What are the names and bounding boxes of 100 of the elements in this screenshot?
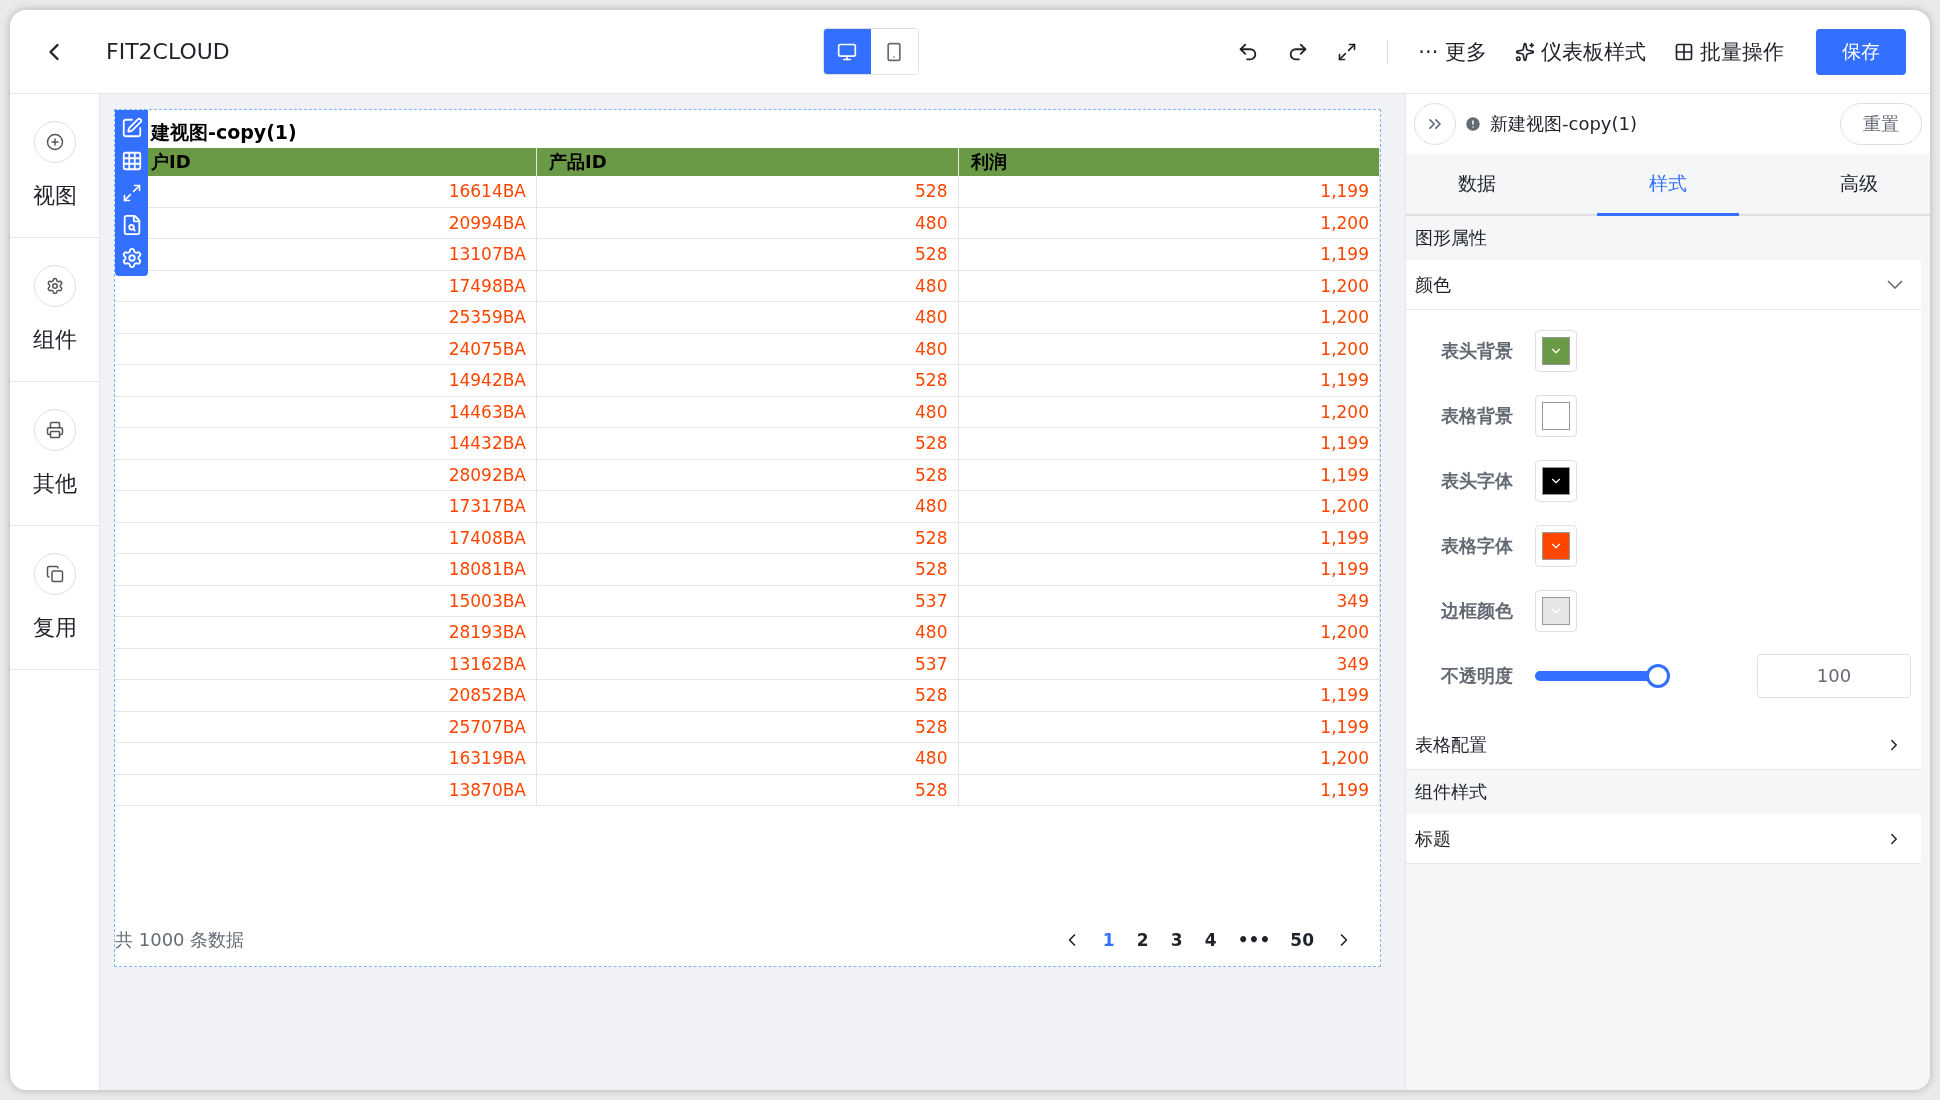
table-cell: 480: [536, 207, 958, 239]
sparkle-icon: [1515, 41, 1535, 62]
table-cell: 17498BA: [115, 270, 537, 302]
table-cell: 1,199: [958, 459, 1380, 491]
table-cell: 13162BA: [115, 648, 537, 680]
grid-icon[interactable]: [120, 150, 143, 172]
panel-tab[interactable]: 高级: [1788, 154, 1930, 216]
color-picker[interactable]: [1535, 589, 1577, 632]
table-cell: 480: [536, 396, 958, 428]
table-cell: 480: [536, 301, 958, 333]
table-cell: 528: [536, 176, 958, 207]
reset-button[interactable]: 重置: [1840, 103, 1922, 145]
collapse-panel-button[interactable]: [1414, 103, 1456, 145]
color-label: 表头字体: [1441, 468, 1514, 493]
table-cell: 20852BA: [115, 679, 537, 711]
expand-icon[interactable]: [121, 183, 142, 203]
table-cell: 15003BA: [115, 585, 537, 617]
more-button[interactable]: ··· 更多: [1412, 33, 1493, 70]
page-button[interactable]: 2: [1129, 929, 1156, 951]
table-cell: 16319BA: [115, 742, 537, 774]
table-cell: 1,199: [958, 522, 1380, 554]
slider-thumb[interactable]: [1646, 663, 1670, 688]
opacity-slider[interactable]: [1535, 663, 1670, 688]
color-picker[interactable]: [1535, 329, 1577, 372]
sidebar-item[interactable]: 复用: [10, 526, 99, 670]
sidebar-item[interactable]: 其他: [10, 382, 99, 526]
table-cell: 25359BA: [115, 301, 537, 333]
table-cell: 1,200: [958, 396, 1380, 428]
view-name: 新建视图-copy(1): [1490, 112, 1637, 136]
table-cell: 1,200: [958, 616, 1380, 648]
table-cell: 349: [958, 648, 1380, 680]
table-cell: 1,200: [958, 333, 1380, 365]
table-cell: 1,200: [958, 207, 1380, 239]
table-cell: 480: [536, 270, 958, 302]
sidebar-item[interactable]: 视图: [10, 94, 99, 238]
section-title: 图形属性: [1414, 226, 1488, 250]
panel-tab[interactable]: 样式: [1597, 154, 1739, 216]
table-cell: 537: [536, 585, 958, 617]
opacity-input[interactable]: 100: [1757, 653, 1911, 698]
column-header: 产品ID: [536, 148, 958, 176]
table-cell: 1,199: [958, 427, 1380, 459]
section-title: 组件样式: [1414, 780, 1488, 804]
table-cell: 14942BA: [115, 364, 537, 396]
table-cell: 1,199: [958, 176, 1380, 207]
gear-icon: [45, 276, 64, 295]
table-cell: 17408BA: [115, 522, 537, 554]
color-picker[interactable]: [1535, 394, 1577, 437]
page-button[interactable]: •••: [1231, 929, 1277, 951]
color-label: 表头背景: [1441, 338, 1514, 363]
table-cell: 528: [536, 774, 958, 806]
dashboard-style-button[interactable]: 仪表板样式: [1509, 33, 1652, 70]
page-button[interactable]: 50: [1284, 929, 1320, 951]
table-cell: 528: [536, 459, 958, 491]
panel-tab[interactable]: 数据: [1406, 154, 1548, 216]
printer-icon: [45, 420, 64, 439]
collapse-header[interactable]: 表格配置: [1406, 720, 1921, 770]
settings-icon[interactable]: [120, 247, 143, 269]
table-cell: 1,200: [958, 301, 1380, 333]
table-cell: 14432BA: [115, 427, 537, 459]
table-cell: 1,199: [958, 774, 1380, 806]
table-cell: 480: [536, 333, 958, 365]
sidebar-label: 组件: [32, 325, 77, 354]
table-cell: 528: [536, 364, 958, 396]
table-cell: 528: [536, 427, 958, 459]
edit-icon[interactable]: [120, 117, 143, 139]
sidebar-label: 复用: [32, 613, 77, 642]
table-cell: 528: [536, 711, 958, 743]
table-cell: 1,199: [958, 711, 1380, 743]
batch-operation-button[interactable]: 批量操作: [1668, 33, 1790, 70]
save-button[interactable]: 保存: [1816, 28, 1906, 75]
table-cell: 24075BA: [115, 333, 537, 365]
collapse-header[interactable]: 标题: [1406, 814, 1921, 864]
color-label: 表格背景: [1441, 403, 1514, 428]
collapse-header[interactable]: 颜色: [1406, 260, 1921, 310]
color-picker[interactable]: [1535, 459, 1577, 502]
total-count: 共 1000 条数据: [115, 928, 245, 952]
monitor-icon: [837, 41, 858, 62]
color-picker[interactable]: [1535, 524, 1577, 567]
page-button[interactable]: 4: [1197, 929, 1224, 951]
table-cell: 528: [536, 553, 958, 585]
table-cell: 480: [536, 616, 958, 648]
info-icon: [1464, 115, 1482, 133]
expand-icon: [1337, 41, 1358, 62]
table-cell: 1,200: [958, 742, 1380, 774]
table-cell: 537: [536, 648, 958, 680]
page-button[interactable]: 3: [1163, 929, 1190, 951]
sidebar-label: 其他: [32, 469, 77, 498]
copy-icon: [45, 564, 64, 583]
table-cell: 480: [536, 490, 958, 522]
sidebar-item[interactable]: 组件: [10, 238, 99, 382]
table-cell: 528: [536, 238, 958, 270]
page-button[interactable]: 1: [1095, 929, 1122, 951]
table-cell: 1,200: [958, 270, 1380, 302]
color-label: 边框颜色: [1441, 598, 1514, 623]
table-cell: 1,199: [958, 679, 1380, 711]
table-cell: 1,200: [958, 490, 1380, 522]
table-cell: 349: [958, 585, 1380, 617]
device-toggle[interactable]: [823, 29, 871, 74]
chevron-down-icon: [1887, 280, 1903, 289]
table-cell: 13870BA: [115, 774, 537, 806]
